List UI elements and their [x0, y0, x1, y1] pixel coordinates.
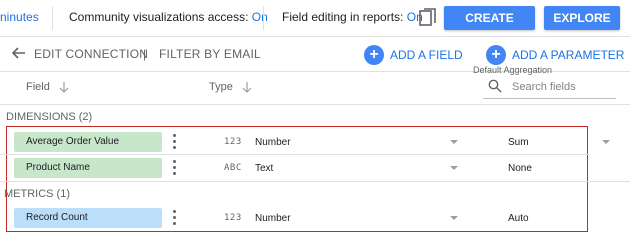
add-parameter-button[interactable]: ADD A PARAMETER [512, 48, 624, 62]
community-visualizations-value[interactable]: On [252, 10, 268, 24]
aggregation-dropdown[interactable]: Sum [508, 137, 529, 148]
divider [52, 6, 53, 30]
default-aggregation-header: Default Aggregation [473, 65, 553, 75]
explore-button[interactable]: EXPLORE [544, 6, 620, 30]
sort-arrow-icon[interactable] [242, 81, 252, 93]
dimensions-section-label: DIMENSIONS (2) [6, 111, 93, 123]
header-divider [0, 104, 630, 105]
sort-arrow-icon[interactable] [59, 81, 69, 93]
field-editing-setting[interactable]: Field editing in reports: On [282, 10, 423, 24]
field-column-header[interactable]: Field [26, 81, 50, 93]
more-options-icon[interactable] [173, 210, 177, 226]
section-divider [0, 181, 630, 182]
type-icon: 123 [224, 213, 242, 223]
type-icon: ABC [224, 163, 242, 173]
community-visualizations-label: Community visualizations access: [69, 10, 249, 24]
refresh-interval-text[interactable]: ninutes [0, 10, 39, 24]
search-underline [483, 98, 616, 99]
filter-by-email-link[interactable]: FILTER BY EMAIL [159, 47, 261, 61]
more-options-icon[interactable] [173, 134, 177, 150]
row-divider [0, 154, 589, 155]
chevron-down-icon[interactable] [602, 140, 610, 144]
search-icon[interactable] [488, 79, 502, 93]
add-icon: + [364, 45, 384, 65]
field-name-chip[interactable]: Average Order Value [14, 132, 162, 152]
more-options-icon[interactable] [173, 160, 177, 176]
type-icon: 123 [224, 137, 242, 147]
aggregation-value: None [508, 163, 532, 174]
search-fields-input[interactable]: Search fields [512, 81, 576, 93]
field-name-chip[interactable]: Product Name [14, 158, 162, 178]
community-visualizations-setting[interactable]: Community visualizations access: On [69, 10, 268, 24]
chevron-down-icon[interactable] [450, 140, 458, 144]
type-dropdown[interactable]: Number [255, 137, 291, 148]
chevron-down-icon[interactable] [450, 166, 458, 170]
aggregation-value: Auto [508, 213, 529, 224]
add-icon: + [486, 45, 506, 65]
type-column-header[interactable]: Type [209, 81, 233, 93]
add-field-button[interactable]: ADD A FIELD [390, 48, 463, 62]
field-editing-label: Field editing in reports: [282, 10, 404, 24]
edit-connection-link[interactable]: EDIT CONNECTION [34, 47, 148, 61]
create-report-button[interactable]: CREATE REPORT [444, 6, 535, 49]
copy-icon[interactable] [419, 8, 437, 28]
separator-text: | [143, 47, 147, 61]
type-dropdown[interactable]: Number [255, 213, 291, 224]
metrics-section-label: METRICS (1) [4, 188, 70, 200]
back-arrow-icon[interactable] [12, 47, 26, 59]
chevron-down-icon[interactable] [450, 216, 458, 220]
divider [263, 6, 264, 30]
field-name-chip[interactable]: Record Count [14, 208, 162, 228]
type-dropdown[interactable]: Text [255, 163, 273, 174]
